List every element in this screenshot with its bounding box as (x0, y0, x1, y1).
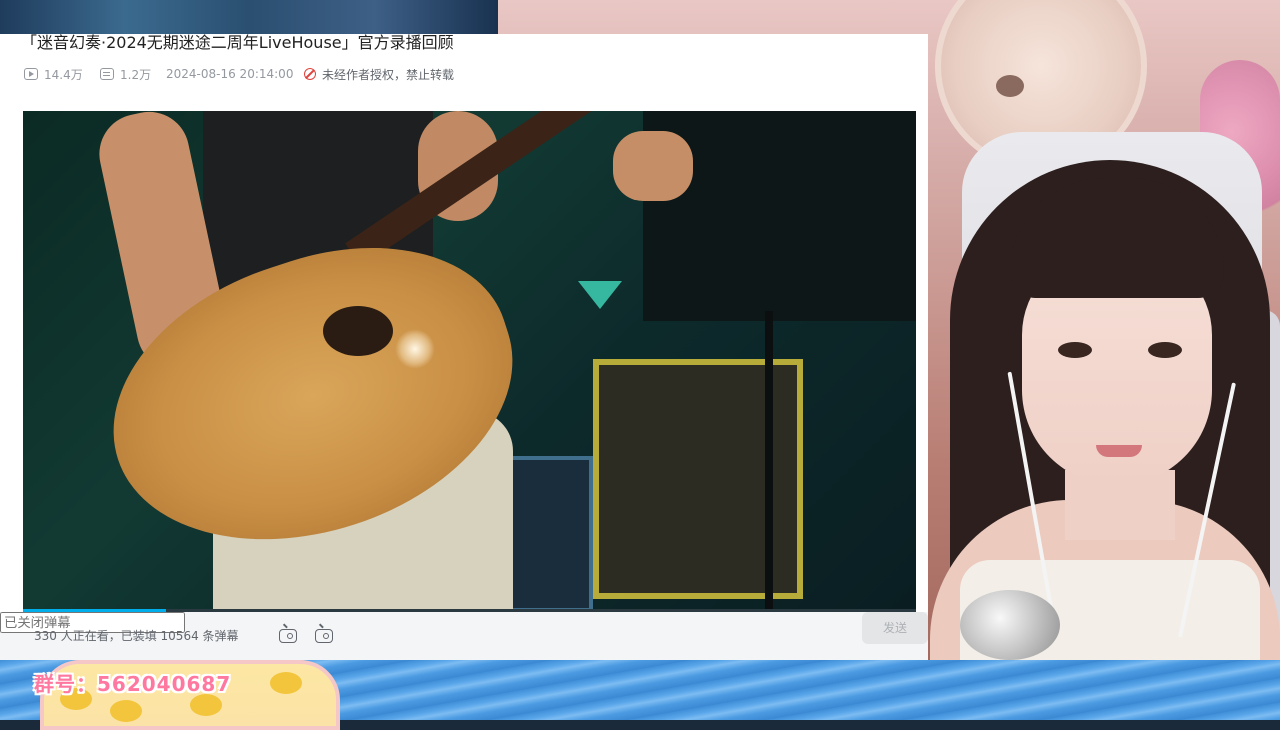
viewer-count: 330 人正在看，已装填 10564 条弹幕 (34, 629, 239, 643)
microphone (960, 590, 1060, 660)
video-player[interactable] (23, 111, 916, 612)
danmaku-toggle-button[interactable] (276, 626, 300, 646)
publish-time: 2024-08-16 20:14:00 (166, 67, 294, 81)
danmaku-bar: 330 人正在看，已装填 10564 条弹幕 发送 (0, 612, 928, 660)
no-repost-icon (304, 68, 316, 80)
video-title: 「迷音幻奏·2024无期迷途二周年LiveHouse」官方录播回顾 (21, 33, 454, 52)
danmaku-settings-button[interactable] (312, 626, 336, 646)
play-count-icon (24, 68, 38, 80)
video-page-panel: 「迷音幻奏·2024无期迷途二周年LiveHouse」官方录播回顾 14.4万 … (0, 34, 928, 660)
danmaku-settings-icon (315, 629, 333, 643)
danmaku-count-icon (100, 68, 114, 80)
danmaku-toggle-icon (279, 629, 297, 643)
background-strip (0, 0, 500, 34)
copyright-notice: 未经作者授权，禁止转载 (304, 66, 454, 82)
group-number-label: 群号：562040687 (34, 672, 232, 696)
send-danmaku-button[interactable]: 发送 (862, 612, 928, 644)
danmaku-count: 1.2万 (100, 66, 151, 82)
view-count: 14.4万 (24, 66, 83, 82)
